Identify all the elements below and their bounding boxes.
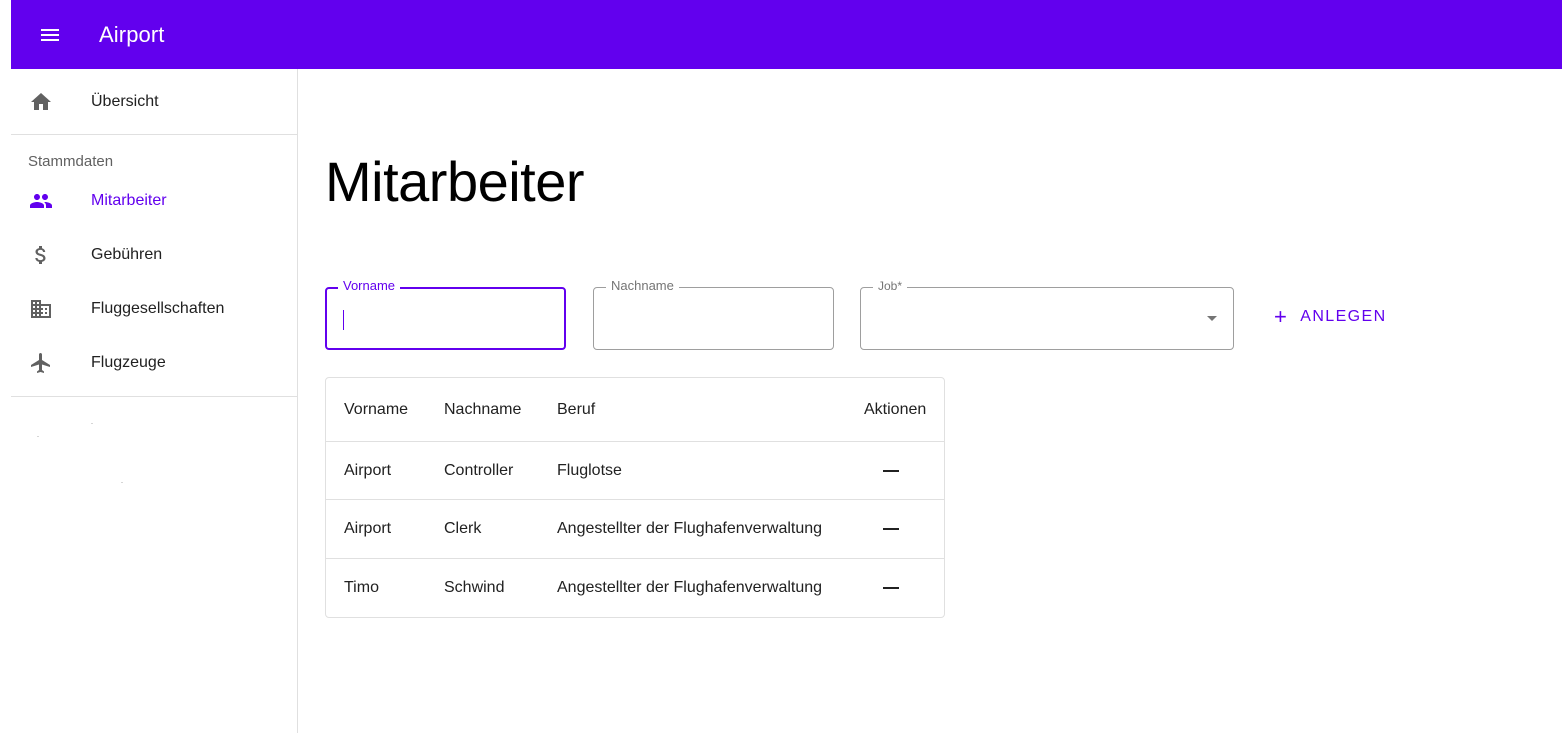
nav-label-overview: Übersicht bbox=[91, 93, 159, 110]
drawer-divider bbox=[11, 396, 297, 397]
column-header-firstname: Vorname bbox=[344, 401, 409, 418]
lastname-field[interactable]: Nachname bbox=[593, 278, 834, 350]
remove-row-button[interactable] bbox=[882, 462, 900, 480]
cell-lastname: Controller bbox=[444, 461, 514, 479]
navigation-drawer: Übersicht Stammdaten Mitarbeiter Gebühre… bbox=[11, 69, 298, 733]
minus-icon bbox=[883, 586, 899, 589]
lastname-input[interactable] bbox=[594, 288, 833, 349]
column-header-job: Beruf bbox=[557, 401, 596, 418]
drawer-divider bbox=[11, 134, 297, 135]
nav-label-fees: Gebühren bbox=[91, 246, 163, 263]
app-bar: Airport bbox=[11, 0, 1562, 69]
table-row: Airport Controller Fluglotse bbox=[326, 441, 944, 499]
nav-item-aircraft[interactable]: Flugzeuge bbox=[11, 339, 297, 387]
create-button-label: ANLEGEN bbox=[1300, 308, 1387, 325]
text-caret bbox=[343, 310, 344, 330]
table-row: Airport Clerk Angestellter der Flughafen… bbox=[326, 499, 944, 557]
nav-item-overview[interactable]: Übersicht bbox=[11, 78, 297, 126]
firstname-label: Vorname bbox=[338, 278, 401, 294]
minus-icon bbox=[883, 527, 899, 530]
cell-firstname: Timo bbox=[344, 578, 379, 596]
people-icon bbox=[29, 189, 53, 213]
cell-job: Angestellter der Flughafenverwaltung bbox=[557, 519, 823, 537]
cell-lastname: Schwind bbox=[444, 578, 505, 596]
job-label: Job* bbox=[873, 278, 908, 294]
minus-icon bbox=[883, 469, 899, 472]
nav-label-aircraft: Flugzeuge bbox=[91, 354, 166, 371]
remove-row-button[interactable] bbox=[882, 579, 900, 597]
column-header-lastname: Nachname bbox=[444, 401, 522, 418]
table-row: Timo Schwind Angestellter der Flughafenv… bbox=[326, 558, 944, 616]
page-title: Mitarbeiter bbox=[325, 150, 585, 213]
column-header-actions: Aktionen bbox=[864, 401, 927, 418]
menu-button[interactable] bbox=[11, 0, 89, 69]
nav-label-employees: Mitarbeiter bbox=[91, 192, 167, 209]
firstname-field[interactable]: Vorname bbox=[325, 278, 566, 350]
menu-icon bbox=[41, 28, 59, 41]
cell-job: Fluglotse bbox=[557, 461, 622, 479]
plus-icon: + bbox=[1274, 304, 1289, 329]
airplane-icon bbox=[29, 351, 53, 375]
nav-label-airlines: Fluggesellschaften bbox=[91, 300, 225, 317]
faint-mark bbox=[121, 482, 123, 483]
main-content: Mitarbeiter Vorname Nachname Job* + ANLE… bbox=[298, 69, 1562, 733]
create-button[interactable]: + ANLEGEN bbox=[1264, 293, 1397, 341]
drawer-section-title: Stammdaten bbox=[28, 153, 114, 170]
nav-item-employees[interactable]: Mitarbeiter bbox=[11, 177, 297, 225]
remove-row-button[interactable] bbox=[882, 520, 900, 538]
faint-mark bbox=[37, 436, 39, 437]
cell-lastname: Clerk bbox=[444, 519, 482, 537]
home-icon bbox=[29, 90, 53, 114]
app-title: Airport bbox=[99, 21, 165, 47]
dropdown-arrow-icon bbox=[1207, 316, 1217, 321]
job-select[interactable]: Job* bbox=[860, 278, 1234, 350]
nav-item-fees[interactable]: Gebühren bbox=[11, 231, 297, 279]
cell-firstname: Airport bbox=[344, 519, 392, 537]
firstname-input[interactable] bbox=[327, 289, 564, 348]
dollar-icon bbox=[29, 243, 53, 267]
building-icon bbox=[29, 297, 53, 321]
cell-firstname: Airport bbox=[344, 461, 392, 479]
table-header-row: Vorname Nachname Beruf Aktionen bbox=[326, 378, 944, 442]
lastname-label: Nachname bbox=[606, 278, 679, 294]
cell-job: Angestellter der Flughafenverwaltung bbox=[557, 578, 823, 596]
faint-mark bbox=[91, 423, 93, 424]
employees-table: Vorname Nachname Beruf Aktionen Airport … bbox=[325, 377, 945, 618]
nav-item-airlines[interactable]: Fluggesellschaften bbox=[11, 285, 297, 333]
